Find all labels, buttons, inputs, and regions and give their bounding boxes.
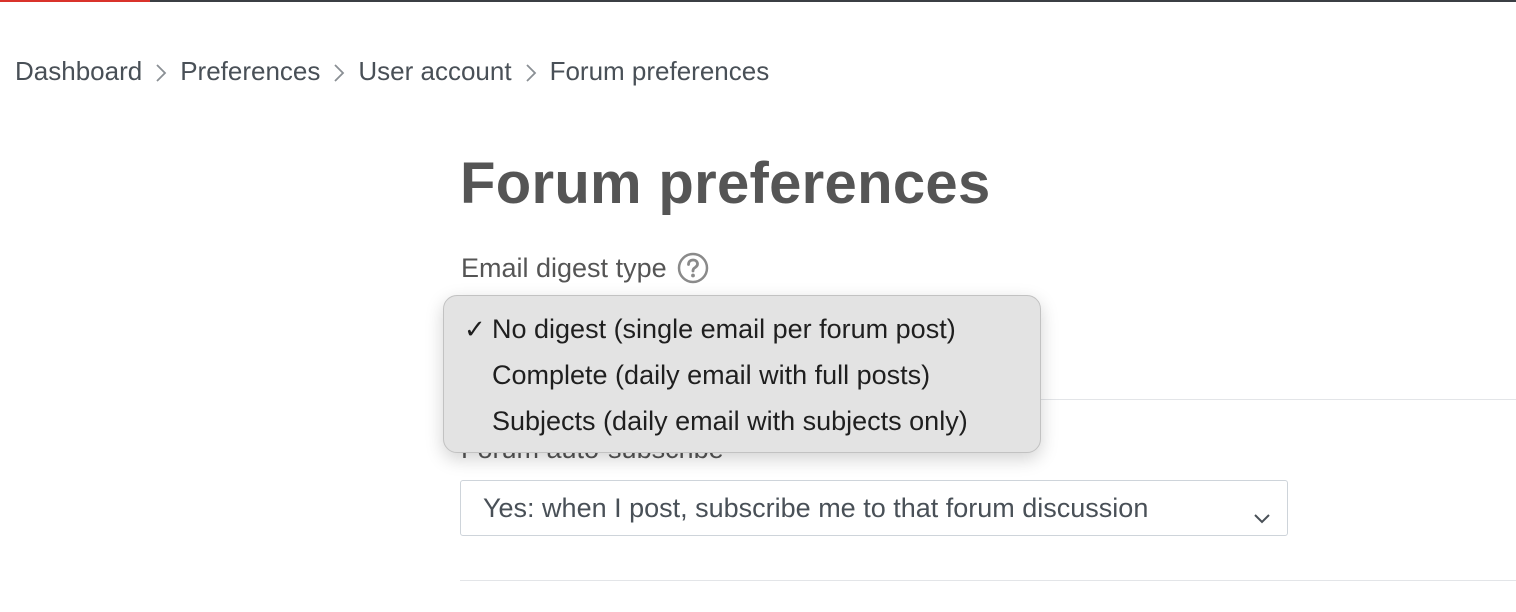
email-digest-dropdown-menu: ✓ No digest (single email per forum post…	[443, 295, 1041, 453]
email-digest-option-complete[interactable]: Complete (daily email with full posts)	[444, 354, 1040, 400]
email-digest-label-row: Email digest type	[461, 252, 709, 284]
chevron-right-icon	[142, 58, 180, 86]
breadcrumb-user-account[interactable]: User account	[358, 56, 511, 87]
breadcrumb-forum-preferences: Forum preferences	[549, 56, 770, 86]
auto-subscribe-select[interactable]: Yes: when I post, subscribe me to that f…	[460, 480, 1288, 536]
email-digest-label: Email digest type	[461, 252, 667, 283]
auto-subscribe-selected-value: Yes: when I post, subscribe me to that f…	[483, 492, 1149, 523]
option-label: No digest (single email per forum post)	[492, 314, 956, 344]
breadcrumb: Dashboard Preferences User account Forum…	[15, 56, 769, 87]
top-navbar-border	[0, 0, 1516, 2]
breadcrumb-dashboard[interactable]: Dashboard	[15, 56, 142, 87]
chevron-down-icon	[1253, 501, 1271, 532]
top-navbar-accent	[0, 0, 150, 2]
email-digest-option-no-digest[interactable]: ✓ No digest (single email per forum post…	[444, 308, 1040, 354]
checkmark-icon: ✓	[464, 314, 486, 344]
page-title: Forum preferences	[460, 151, 991, 216]
option-label: Complete (daily email with full posts)	[492, 360, 931, 390]
form-divider	[460, 580, 1516, 581]
chevron-right-icon	[320, 58, 358, 86]
question-circle-icon[interactable]	[677, 252, 709, 284]
breadcrumb-preferences[interactable]: Preferences	[180, 56, 320, 87]
chevron-right-icon	[512, 58, 550, 86]
option-label: Subjects (daily email with subjects only…	[492, 406, 968, 436]
email-digest-option-subjects[interactable]: Subjects (daily email with subjects only…	[444, 400, 1040, 446]
